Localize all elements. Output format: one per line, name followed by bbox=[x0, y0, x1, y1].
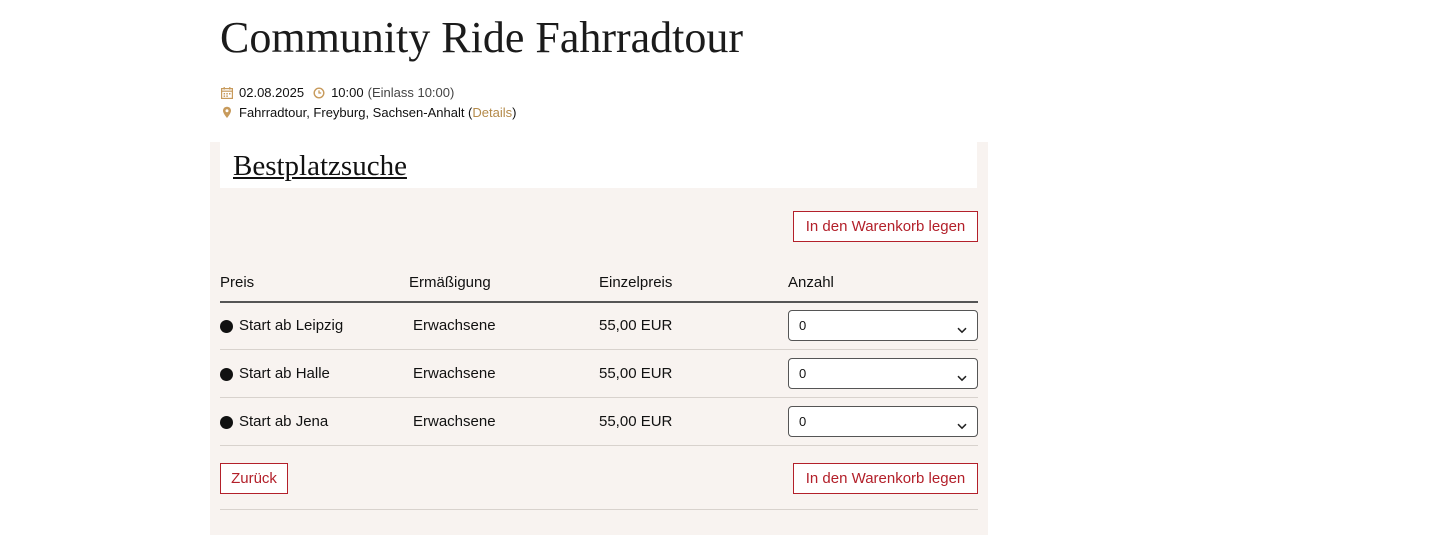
add-to-cart-button-bottom[interactable]: In den Warenkorb legen bbox=[793, 463, 978, 494]
quantity-value: 0 bbox=[799, 414, 807, 429]
row-price: 55,00 EUR bbox=[599, 317, 673, 334]
event-admission: (Einlass 10:00) bbox=[367, 85, 455, 100]
quantity-select[interactable]: 0 bbox=[788, 358, 978, 389]
row-discount: Erwachsene bbox=[413, 365, 496, 382]
chevron-down-icon bbox=[957, 417, 967, 435]
booking-panel: Bestplatzsuche In den Warenkorb legen Pr… bbox=[210, 142, 988, 535]
table-row: Start ab Halle Erwachsene 55,00 EUR 0 bbox=[220, 350, 978, 398]
chevron-down-icon bbox=[957, 369, 967, 387]
column-header-price-category: Preis bbox=[220, 274, 255, 291]
location-close: ) bbox=[512, 105, 517, 120]
add-to-cart-button-top[interactable]: In den Warenkorb legen bbox=[793, 211, 978, 242]
category-dot-icon bbox=[220, 368, 233, 381]
row-price: 55,00 EUR bbox=[599, 365, 673, 382]
row-discount: Erwachsene bbox=[413, 413, 496, 430]
table-row: Start ab Jena Erwachsene 55,00 EUR 0 bbox=[220, 398, 978, 446]
row-divider bbox=[220, 445, 978, 446]
table-row: Start ab Leipzig Erwachsene 55,00 EUR 0 bbox=[220, 302, 978, 350]
back-button[interactable]: Zurück bbox=[220, 463, 288, 494]
clock-icon bbox=[313, 86, 325, 99]
event-title: Community Ride Fahrradtour bbox=[220, 13, 744, 62]
row-category-name: Start ab Leipzig bbox=[239, 317, 344, 334]
column-header-discount: Ermäßigung bbox=[409, 274, 491, 291]
row-category-name: Start ab Jena bbox=[239, 413, 329, 430]
row-category-name: Start ab Halle bbox=[239, 365, 330, 382]
calendar-icon bbox=[221, 86, 233, 99]
event-time: 10:00 bbox=[331, 85, 364, 100]
chevron-down-icon bbox=[957, 321, 967, 339]
event-date: 02.08.2025 bbox=[239, 85, 305, 100]
location-text: Fahrradtour, Freyburg, Sachsen-Anhalt ( bbox=[239, 105, 473, 120]
map-pin-icon bbox=[221, 106, 233, 119]
quantity-select[interactable]: 0 bbox=[788, 406, 978, 437]
row-price: 55,00 EUR bbox=[599, 413, 673, 430]
column-header-unit-price: Einzelpreis bbox=[599, 274, 673, 291]
heading-box: Bestplatzsuche bbox=[220, 142, 977, 188]
column-header-quantity: Anzahl bbox=[788, 274, 834, 291]
quantity-select[interactable]: 0 bbox=[788, 310, 978, 341]
footer-divider bbox=[220, 509, 978, 510]
event-date-time: 02.08.2025 10:00 (Einlass 10:00) bbox=[221, 85, 454, 100]
category-dot-icon bbox=[220, 320, 233, 333]
best-seat-search-link[interactable]: Bestplatzsuche bbox=[233, 150, 407, 183]
quantity-value: 0 bbox=[799, 366, 807, 381]
category-dot-icon bbox=[220, 416, 233, 429]
event-location: Fahrradtour, Freyburg, Sachsen-Anhalt ( … bbox=[221, 105, 516, 120]
quantity-value: 0 bbox=[799, 318, 807, 333]
row-discount: Erwachsene bbox=[413, 317, 496, 334]
details-link[interactable]: Details bbox=[472, 105, 512, 120]
